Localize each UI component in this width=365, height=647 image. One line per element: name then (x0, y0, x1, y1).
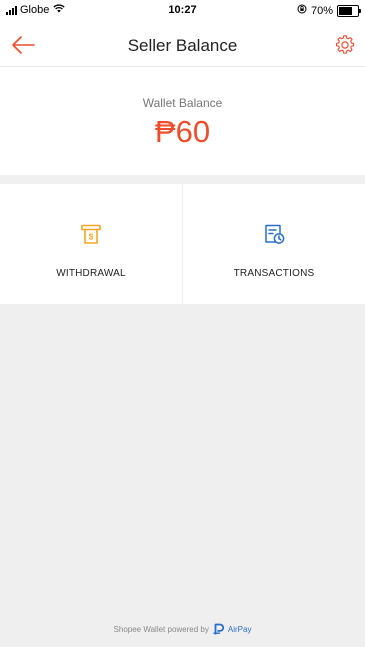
withdrawal-icon: $ (79, 222, 103, 246)
status-bar: Globe 10:27 70% (0, 0, 365, 20)
transactions-icon (262, 222, 286, 246)
airpay-logo: AirPay (213, 623, 252, 635)
status-right: 70% (297, 4, 361, 17)
settings-gear-icon[interactable] (335, 35, 355, 55)
svg-text:$: $ (89, 233, 94, 242)
footer: Shopee Wallet powered by AirPay (0, 623, 365, 635)
transactions-label: TRANSACTIONS (233, 268, 315, 279)
airpay-icon (213, 623, 224, 635)
withdrawal-label: WITHDRAWAL (56, 268, 126, 279)
nav-bar: Seller Balance (0, 22, 365, 67)
wallet-balance-section: Wallet Balance ₱60 (0, 67, 365, 175)
section-divider (0, 175, 365, 184)
airpay-brand: AirPay (227, 624, 252, 634)
wallet-actions: $ WITHDRAWAL TRANSACTIONS (0, 184, 365, 304)
wallet-balance-amount: ₱60 (154, 114, 211, 149)
battery-icon (337, 4, 361, 17)
page-title: Seller Balance (127, 36, 238, 55)
transactions-button[interactable]: TRANSACTIONS (182, 184, 365, 304)
wallet-balance-label: Wallet Balance (142, 96, 223, 110)
withdrawal-button[interactable]: $ WITHDRAWAL (0, 184, 182, 304)
empty-content-area (0, 304, 365, 647)
footer-text: Shopee Wallet powered by (113, 624, 209, 634)
battery-percent: 70% (310, 4, 333, 17)
rotation-lock-icon (297, 4, 307, 17)
